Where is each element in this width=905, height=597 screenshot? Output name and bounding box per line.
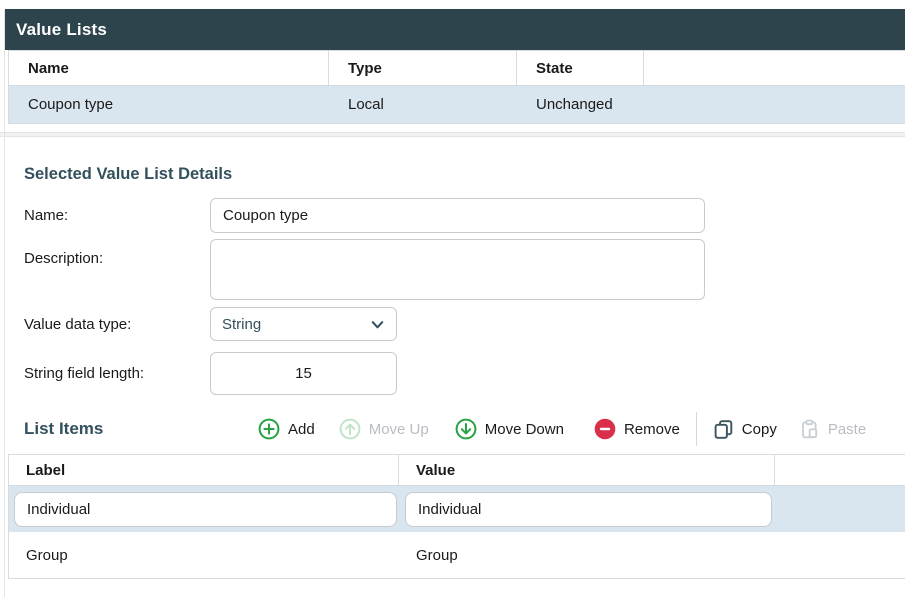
- list-items-heading: List Items: [24, 419, 258, 439]
- value-lists-table: Name Type State Coupon type Local Unchan…: [8, 50, 905, 124]
- copy-button[interactable]: Copy: [713, 419, 777, 440]
- details-section-heading: Selected Value List Details: [24, 164, 905, 184]
- page-title: Value Lists: [16, 20, 107, 40]
- list-items-table-header: Label Value: [9, 454, 905, 486]
- value-lists-table-header: Name Type State: [9, 50, 905, 86]
- label-cell-input[interactable]: [14, 492, 397, 527]
- panel-titlebar: Value Lists: [5, 9, 905, 50]
- copy-icon: [713, 419, 734, 440]
- name-label: Name:: [24, 207, 210, 224]
- value-cell-input[interactable]: [405, 492, 772, 527]
- table-row-coupon-type[interactable]: Coupon type Local Unchanged: [9, 86, 905, 124]
- chevron-down-icon: [370, 317, 385, 332]
- value-data-type-select[interactable]: String: [210, 307, 397, 341]
- value-data-type-selected: String: [222, 316, 370, 333]
- list-item-row-group[interactable]: Group Group: [9, 532, 905, 579]
- move-down-button[interactable]: Move Down: [455, 418, 564, 440]
- column-header-type[interactable]: Type: [329, 51, 517, 85]
- cell-label: Group: [9, 547, 399, 564]
- paste-icon: [799, 419, 820, 440]
- toolbar-divider: [696, 412, 697, 446]
- column-header-state[interactable]: State: [517, 51, 644, 85]
- add-button[interactable]: Add: [258, 418, 315, 440]
- remove-circle-icon: [594, 418, 616, 440]
- cell-value: Group: [399, 547, 775, 564]
- string-field-length-label: String field length:: [24, 365, 210, 382]
- list-items-table: Label Value Group Group: [8, 454, 905, 579]
- move-down-circle-icon: [455, 418, 477, 440]
- remove-button[interactable]: Remove: [594, 418, 680, 440]
- panel-left-edge: [4, 10, 5, 597]
- cell-state: Unchanged: [517, 96, 644, 113]
- column-header-value[interactable]: Value: [399, 455, 775, 485]
- section-splitter: [0, 132, 905, 137]
- add-circle-icon: [258, 418, 280, 440]
- paste-button[interactable]: Paste: [799, 419, 866, 440]
- string-field-length-input[interactable]: [210, 352, 397, 395]
- move-up-circle-icon: [339, 418, 361, 440]
- move-up-button[interactable]: Move Up: [339, 418, 429, 440]
- details-form: Name: Description: Value data type: Stri…: [24, 198, 905, 395]
- description-input[interactable]: [210, 239, 705, 300]
- value-data-type-label: Value data type:: [24, 316, 210, 333]
- list-items-toolbar: Add Move Up Move Down Remove Copy: [258, 412, 866, 446]
- cell-type: Local: [329, 96, 517, 113]
- name-input[interactable]: [210, 198, 705, 233]
- column-header-name[interactable]: Name: [9, 51, 329, 85]
- description-label: Description:: [24, 239, 210, 267]
- column-header-empty: [644, 51, 905, 85]
- cell-name: Coupon type: [9, 96, 329, 113]
- column-header-empty: [775, 455, 905, 485]
- column-header-label[interactable]: Label: [9, 455, 399, 485]
- list-item-row-individual[interactable]: [9, 486, 905, 532]
